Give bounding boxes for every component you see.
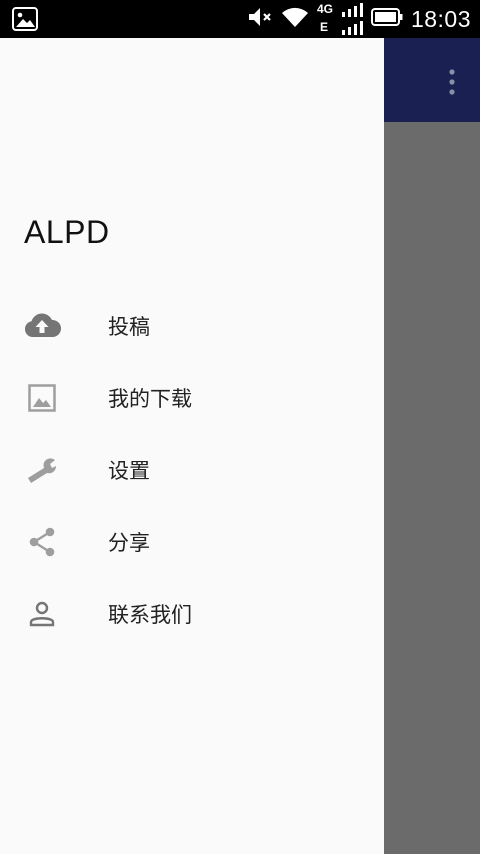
share-icon [22,522,62,562]
signal-icon: 4G E [317,2,365,36]
menu-item-label: 设置 [108,459,150,483]
menu-item-label: 联系我们 [108,603,192,627]
app-toolbar [384,38,480,122]
menu-item-label: 投稿 [108,315,150,339]
wrench-icon [22,450,62,490]
wifi-icon [281,6,309,32]
person-icon [22,594,62,634]
status-bar: 4G E 18:03 [0,0,480,38]
menu-item-submit[interactable]: 投稿 [0,290,384,362]
navigation-drawer: ALPD 投稿 我的下载 设置 分享 联系我们 [0,38,384,854]
menu-item-label: 我的下载 [108,387,192,411]
image-notification-icon [12,7,38,31]
menu-item-share[interactable]: 分享 [0,506,384,578]
menu-item-settings[interactable]: 设置 [0,434,384,506]
network-type-label-secondary: E [319,20,328,34]
overflow-menu-icon[interactable] [448,68,456,96]
drawer-header-title: ALPD [24,214,110,250]
image-icon [22,378,62,418]
status-time: 18:03 [410,5,471,32]
battery-icon [370,7,403,31]
drawer-menu: 投稿 我的下载 设置 分享 联系我们 [0,290,384,650]
menu-item-contact-us[interactable]: 联系我们 [0,578,384,650]
mute-icon [247,6,273,32]
menu-item-label: 分享 [108,531,150,555]
network-type-label: 4G [316,2,333,16]
content-scrim[interactable] [384,38,480,854]
menu-item-my-downloads[interactable]: 我的下载 [0,362,384,434]
cloud-upload-icon [22,306,62,346]
